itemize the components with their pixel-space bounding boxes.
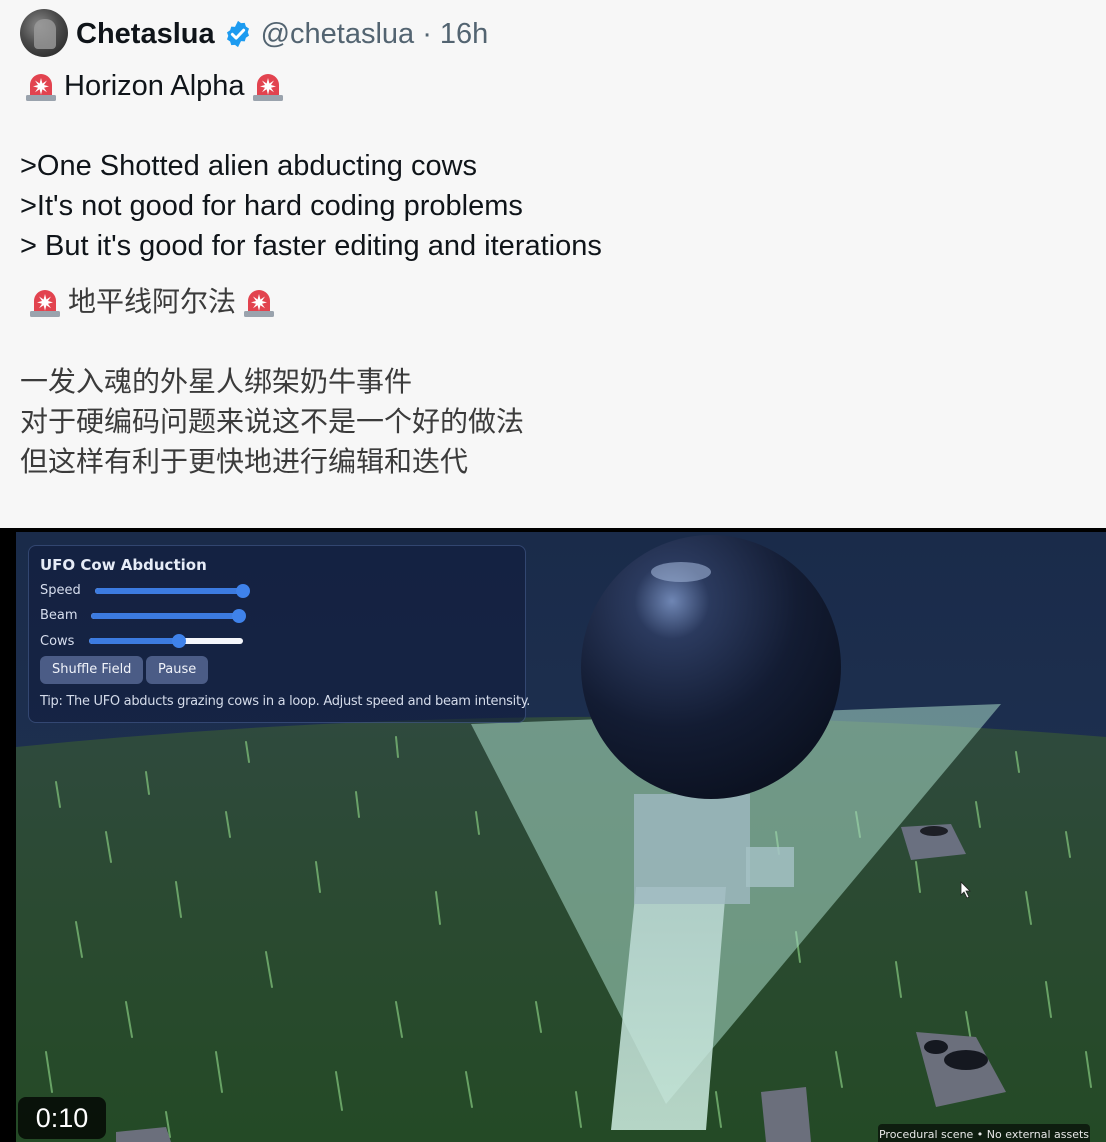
display-name[interactable]: Chetaslua <box>76 18 215 51</box>
separator: · <box>422 17 432 50</box>
verified-badge-icon <box>226 20 249 48</box>
handle[interactable]: @chetaslua <box>261 18 415 51</box>
siren-emoji-icon <box>26 74 56 101</box>
beam-label: Beam <box>40 608 78 623</box>
body-line-en: >One Shotted alien abducting cows <box>20 150 478 182</box>
body-line-zh: 一发入魂的外星人绑架奶牛事件 <box>20 366 413 397</box>
pause-button[interactable]: Pause <box>146 656 209 684</box>
title-zh: 地平线阿尔法 <box>24 282 280 322</box>
avatar[interactable] <box>20 9 68 57</box>
siren-emoji-icon <box>30 290 60 317</box>
body-line-en: >It's not good for hard coding problems <box>20 190 523 222</box>
tweet: Chetaslua @chetaslua · 16h Horizon Alpha… <box>0 0 1106 528</box>
body-line-en: > But it's good for faster editing and i… <box>20 230 602 262</box>
speed-label: Speed <box>40 583 81 598</box>
panel-tip: Tip: The UFO abducts grazing cows in a l… <box>40 694 531 709</box>
tweet-header: Chetaslua @chetaslua · 16h <box>76 14 488 54</box>
title-en-text: Horizon Alpha <box>64 70 245 102</box>
body-line-zh: 但这样有利于更快地进行编辑和迭代 <box>20 446 469 477</box>
scene-credits: Procedural scene • No external assets <box>878 1124 1090 1142</box>
siren-emoji-icon <box>244 290 275 317</box>
panel-title: UFO Cow Abduction <box>40 556 207 574</box>
title-zh-text: 地平线阿尔法 <box>68 286 237 317</box>
post-time[interactable]: 16h <box>440 18 488 51</box>
body-line-zh: 对于硬编码问题来说这不是一个好的做法 <box>20 406 525 437</box>
shuffle-field-button[interactable]: Shuffle Field <box>40 656 144 684</box>
cows-label: Cows <box>40 634 75 649</box>
beam-slider[interactable] <box>91 609 246 623</box>
speed-slider[interactable] <box>95 584 250 598</box>
cows-slider[interactable] <box>89 634 243 648</box>
siren-emoji-icon <box>252 74 283 101</box>
title-en: Horizon Alpha <box>20 66 289 106</box>
video-timestamp: 0:10 <box>18 1097 106 1139</box>
control-panel: UFO Cow Abduction Speed Beam Cows Shuffl… <box>28 545 530 723</box>
